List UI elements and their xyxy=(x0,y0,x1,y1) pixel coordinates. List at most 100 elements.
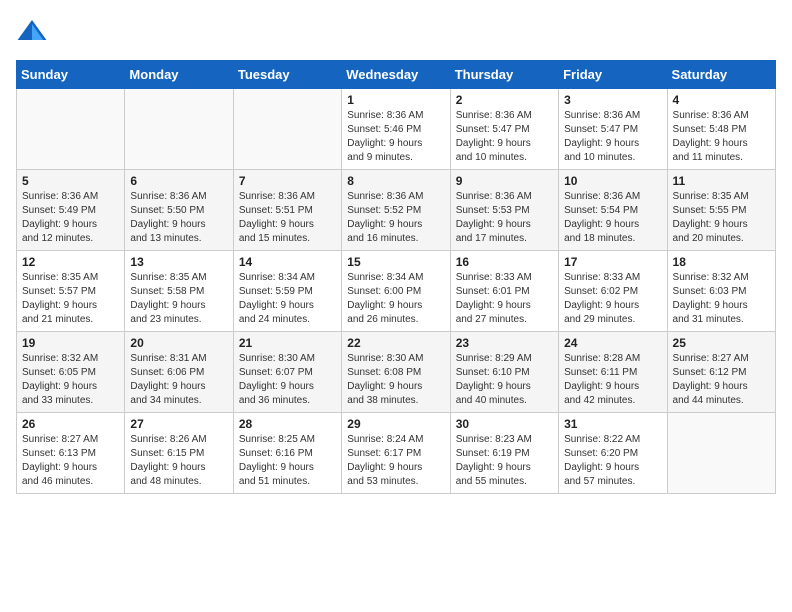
calendar-cell: 16Sunrise: 8:33 AM Sunset: 6:01 PM Dayli… xyxy=(450,251,558,332)
day-number: 12 xyxy=(22,255,119,269)
day-number: 9 xyxy=(456,174,553,188)
day-info: Sunrise: 8:25 AM Sunset: 6:16 PM Dayligh… xyxy=(239,433,336,489)
day-info: Sunrise: 8:30 AM Sunset: 6:08 PM Dayligh… xyxy=(347,352,444,408)
day-number: 30 xyxy=(456,417,553,431)
calendar-cell: 29Sunrise: 8:24 AM Sunset: 6:17 PM Dayli… xyxy=(342,413,450,494)
calendar-cell: 3 Sunrise: 8:36 AM Sunset: 5:47 PM Daylig… xyxy=(559,89,667,170)
day-info: Sunrise: 8:35 AM Sunset: 5:58 PM Dayligh… xyxy=(130,271,227,327)
day-info: Sunrise: 8:33 AM Sunset: 6:01 PM Dayligh… xyxy=(456,271,553,327)
day-number: 8 xyxy=(347,174,444,188)
calendar-cell: 9 Sunrise: 8:36 AM Sunset: 5:53 PM Daylig… xyxy=(450,170,558,251)
day-info: Sunrise: 8:36 AM Sunset: 5:54 PM Dayligh… xyxy=(564,190,661,246)
day-info: Sunrise: 8:35 AM Sunset: 5:55 PM Dayligh… xyxy=(673,190,770,246)
calendar-cell: 21 Sunrise: 8:30 AM Sunset: 6:07 PM Dayli… xyxy=(233,332,341,413)
calendar-cell xyxy=(125,89,233,170)
day-number: 24 xyxy=(564,336,661,350)
calendar-cell: 25Sunrise: 8:27 AM Sunset: 6:12 PM Dayli… xyxy=(667,332,775,413)
calendar-cell: 24 Sunrise: 8:28 AM Sunset: 6:11 PM Dayli… xyxy=(559,332,667,413)
calendar-cell: 30Sunrise: 8:23 AM Sunset: 6:19 PM Dayli… xyxy=(450,413,558,494)
day-number: 19 xyxy=(22,336,119,350)
calendar-cell: 18 Sunrise: 8:32 AM Sunset: 6:03 PM Dayli… xyxy=(667,251,775,332)
day-number: 27 xyxy=(130,417,227,431)
calendar-cell: 8 Sunrise: 8:36 AM Sunset: 5:52 PM Daylig… xyxy=(342,170,450,251)
day-info: Sunrise: 8:27 AM Sunset: 6:13 PM Dayligh… xyxy=(22,433,119,489)
day-info: Sunrise: 8:28 AM Sunset: 6:11 PM Dayligh… xyxy=(564,352,661,408)
day-number: 15 xyxy=(347,255,444,269)
day-info: Sunrise: 8:24 AM Sunset: 6:17 PM Dayligh… xyxy=(347,433,444,489)
day-number: 18 xyxy=(673,255,770,269)
day-number: 10 xyxy=(564,174,661,188)
day-info: Sunrise: 8:36 AM Sunset: 5:51 PM Dayligh… xyxy=(239,190,336,246)
weekday-header: Friday xyxy=(559,61,667,89)
day-number: 26 xyxy=(22,417,119,431)
calendar-week-row: 5 Sunrise: 8:36 AM Sunset: 5:49 PM Daylig… xyxy=(17,170,776,251)
day-info: Sunrise: 8:36 AM Sunset: 5:48 PM Dayligh… xyxy=(673,109,770,165)
calendar-week-row: 19 Sunrise: 8:32 AM Sunset: 6:05 PM Dayli… xyxy=(17,332,776,413)
calendar-cell: 31 Sunrise: 8:22 AM Sunset: 6:20 PM Dayli… xyxy=(559,413,667,494)
day-number: 20 xyxy=(130,336,227,350)
day-info: Sunrise: 8:36 AM Sunset: 5:53 PM Dayligh… xyxy=(456,190,553,246)
calendar-cell: 10 Sunrise: 8:36 AM Sunset: 5:54 PM Dayli… xyxy=(559,170,667,251)
day-info: Sunrise: 8:31 AM Sunset: 6:06 PM Dayligh… xyxy=(130,352,227,408)
day-info: Sunrise: 8:34 AM Sunset: 5:59 PM Dayligh… xyxy=(239,271,336,327)
calendar-cell: 12 Sunrise: 8:35 AM Sunset: 5:57 PM Dayli… xyxy=(17,251,125,332)
day-info: Sunrise: 8:32 AM Sunset: 6:05 PM Dayligh… xyxy=(22,352,119,408)
weekday-header: Wednesday xyxy=(342,61,450,89)
day-info: Sunrise: 8:35 AM Sunset: 5:57 PM Dayligh… xyxy=(22,271,119,327)
weekday-header: Saturday xyxy=(667,61,775,89)
calendar-cell xyxy=(667,413,775,494)
day-info: Sunrise: 8:27 AM Sunset: 6:12 PM Dayligh… xyxy=(673,352,770,408)
calendar-cell: 15Sunrise: 8:34 AM Sunset: 6:00 PM Dayli… xyxy=(342,251,450,332)
weekday-header: Tuesday xyxy=(233,61,341,89)
day-number: 5 xyxy=(22,174,119,188)
calendar-cell: 1 Sunrise: 8:36 AM Sunset: 5:46 PM Daylig… xyxy=(342,89,450,170)
calendar-cell: 11 Sunrise: 8:35 AM Sunset: 5:55 PM Dayli… xyxy=(667,170,775,251)
day-info: Sunrise: 8:36 AM Sunset: 5:47 PM Dayligh… xyxy=(564,109,661,165)
day-info: Sunrise: 8:36 AM Sunset: 5:50 PM Dayligh… xyxy=(130,190,227,246)
calendar-week-row: 1 Sunrise: 8:36 AM Sunset: 5:46 PM Daylig… xyxy=(17,89,776,170)
day-info: Sunrise: 8:33 AM Sunset: 6:02 PM Dayligh… xyxy=(564,271,661,327)
day-info: Sunrise: 8:32 AM Sunset: 6:03 PM Dayligh… xyxy=(673,271,770,327)
calendar-cell: 20 Sunrise: 8:31 AM Sunset: 6:06 PM Dayli… xyxy=(125,332,233,413)
calendar-cell: 26 Sunrise: 8:27 AM Sunset: 6:13 PM Dayli… xyxy=(17,413,125,494)
weekday-header-row: SundayMondayTuesdayWednesdayThursdayFrid… xyxy=(17,61,776,89)
calendar-cell: 6Sunrise: 8:36 AM Sunset: 5:50 PM Daylig… xyxy=(125,170,233,251)
day-info: Sunrise: 8:30 AM Sunset: 6:07 PM Dayligh… xyxy=(239,352,336,408)
calendar-week-row: 12 Sunrise: 8:35 AM Sunset: 5:57 PM Dayli… xyxy=(17,251,776,332)
calendar-cell: 2Sunrise: 8:36 AM Sunset: 5:47 PM Daylig… xyxy=(450,89,558,170)
day-info: Sunrise: 8:29 AM Sunset: 6:10 PM Dayligh… xyxy=(456,352,553,408)
day-info: Sunrise: 8:36 AM Sunset: 5:46 PM Dayligh… xyxy=(347,109,444,165)
calendar-cell: 27 Sunrise: 8:26 AM Sunset: 6:15 PM Dayli… xyxy=(125,413,233,494)
logo xyxy=(16,16,52,48)
day-number: 4 xyxy=(673,93,770,107)
calendar-cell: 13 Sunrise: 8:35 AM Sunset: 5:58 PM Dayli… xyxy=(125,251,233,332)
day-number: 22 xyxy=(347,336,444,350)
day-info: Sunrise: 8:26 AM Sunset: 6:15 PM Dayligh… xyxy=(130,433,227,489)
calendar-cell: 22 Sunrise: 8:30 AM Sunset: 6:08 PM Dayli… xyxy=(342,332,450,413)
weekday-header: Monday xyxy=(125,61,233,89)
logo-icon xyxy=(16,16,48,48)
day-number: 31 xyxy=(564,417,661,431)
day-info: Sunrise: 8:36 AM Sunset: 5:49 PM Dayligh… xyxy=(22,190,119,246)
day-number: 13 xyxy=(130,255,227,269)
day-info: Sunrise: 8:22 AM Sunset: 6:20 PM Dayligh… xyxy=(564,433,661,489)
calendar-cell: 5 Sunrise: 8:36 AM Sunset: 5:49 PM Daylig… xyxy=(17,170,125,251)
day-number: 3 xyxy=(564,93,661,107)
day-number: 17 xyxy=(564,255,661,269)
day-number: 11 xyxy=(673,174,770,188)
calendar-cell: 7 Sunrise: 8:36 AM Sunset: 5:51 PM Daylig… xyxy=(233,170,341,251)
day-info: Sunrise: 8:36 AM Sunset: 5:52 PM Dayligh… xyxy=(347,190,444,246)
calendar-week-row: 26 Sunrise: 8:27 AM Sunset: 6:13 PM Dayli… xyxy=(17,413,776,494)
calendar-table: SundayMondayTuesdayWednesdayThursdayFrid… xyxy=(16,60,776,494)
day-info: Sunrise: 8:36 AM Sunset: 5:47 PM Dayligh… xyxy=(456,109,553,165)
calendar-cell: 4 Sunrise: 8:36 AM Sunset: 5:48 PM Daylig… xyxy=(667,89,775,170)
day-number: 21 xyxy=(239,336,336,350)
day-number: 1 xyxy=(347,93,444,107)
day-number: 14 xyxy=(239,255,336,269)
day-number: 28 xyxy=(239,417,336,431)
calendar-cell: 19 Sunrise: 8:32 AM Sunset: 6:05 PM Dayli… xyxy=(17,332,125,413)
day-number: 23 xyxy=(456,336,553,350)
calendar-cell: 17 Sunrise: 8:33 AM Sunset: 6:02 PM Dayli… xyxy=(559,251,667,332)
day-number: 7 xyxy=(239,174,336,188)
calendar-cell xyxy=(233,89,341,170)
